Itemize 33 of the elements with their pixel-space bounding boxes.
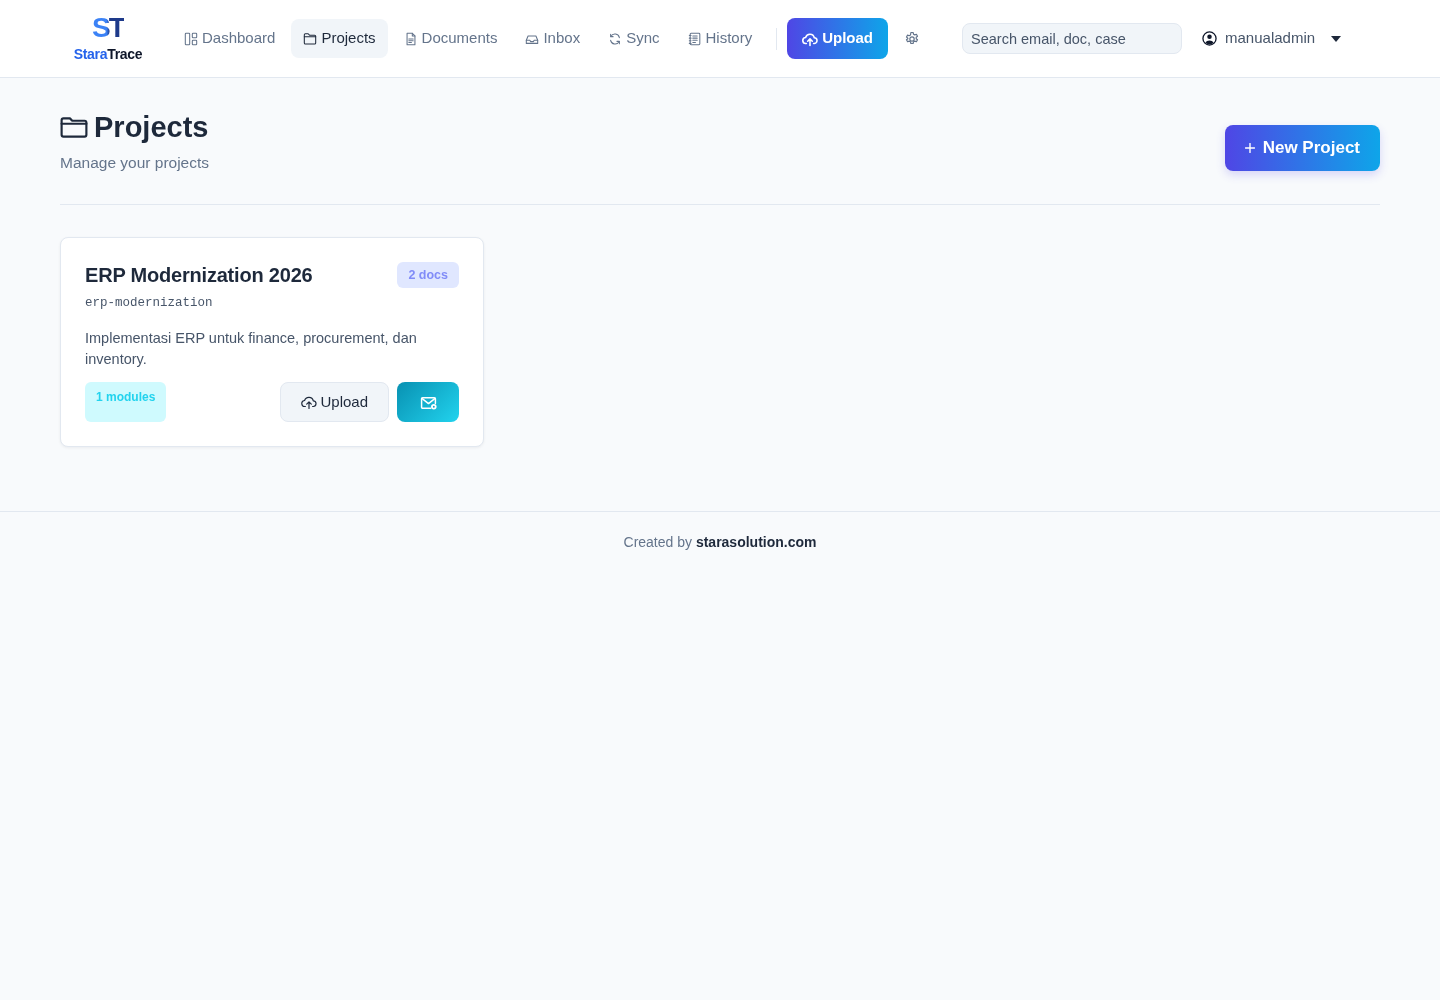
layout-icon [184, 31, 198, 46]
new-project-button[interactable]: New Project [1224, 125, 1380, 171]
mail-button[interactable] [397, 382, 459, 423]
project-description: Implementasi ERP untuk finance, procurement, dan inventory. [85, 329, 418, 370]
nav-tab[interactable]: Sync [596, 19, 672, 58]
folder-icon [60, 115, 88, 140]
sync-icon [608, 31, 623, 46]
modules-count: 1 modules [85, 382, 167, 423]
plus-icon [1244, 143, 1255, 153]
caret-icon [1331, 35, 1342, 42]
document-icon [403, 31, 418, 46]
footer-credit: Created by starasolution.com [623, 534, 817, 551]
upload-button[interactable]: Upload [787, 18, 889, 59]
nav-tab[interactable]: Documents [391, 19, 510, 58]
user-menu[interactable]: manualadmin [1202, 23, 1342, 54]
page-subtitle: Manage your projects [60, 152, 210, 173]
docs-count: 2 docs [397, 262, 459, 289]
brand-name[interactable]: StaraTrace [73, 47, 143, 63]
upload-button[interactable]: Upload [280, 382, 389, 423]
nav-tab[interactable]: Projects [291, 19, 388, 58]
cloud-upload-icon [301, 394, 318, 411]
page-title: Projects [94, 110, 209, 145]
notebook-icon [687, 31, 702, 46]
user-avatar-icon [1202, 31, 1218, 46]
envelope-icon [419, 394, 437, 410]
project-title: ERP Modernization 2026 [85, 263, 313, 289]
folder-icon [303, 31, 318, 46]
project-slug: erp-modernization [85, 295, 214, 313]
nav-tab[interactable]: Dashboard [172, 19, 288, 58]
nav-tab[interactable]: Inbox [513, 19, 593, 58]
nav-tab[interactable]: History [675, 19, 765, 58]
search-field[interactable]: Search email, doc, case [962, 23, 1183, 54]
settings-icon[interactable] [904, 30, 921, 47]
